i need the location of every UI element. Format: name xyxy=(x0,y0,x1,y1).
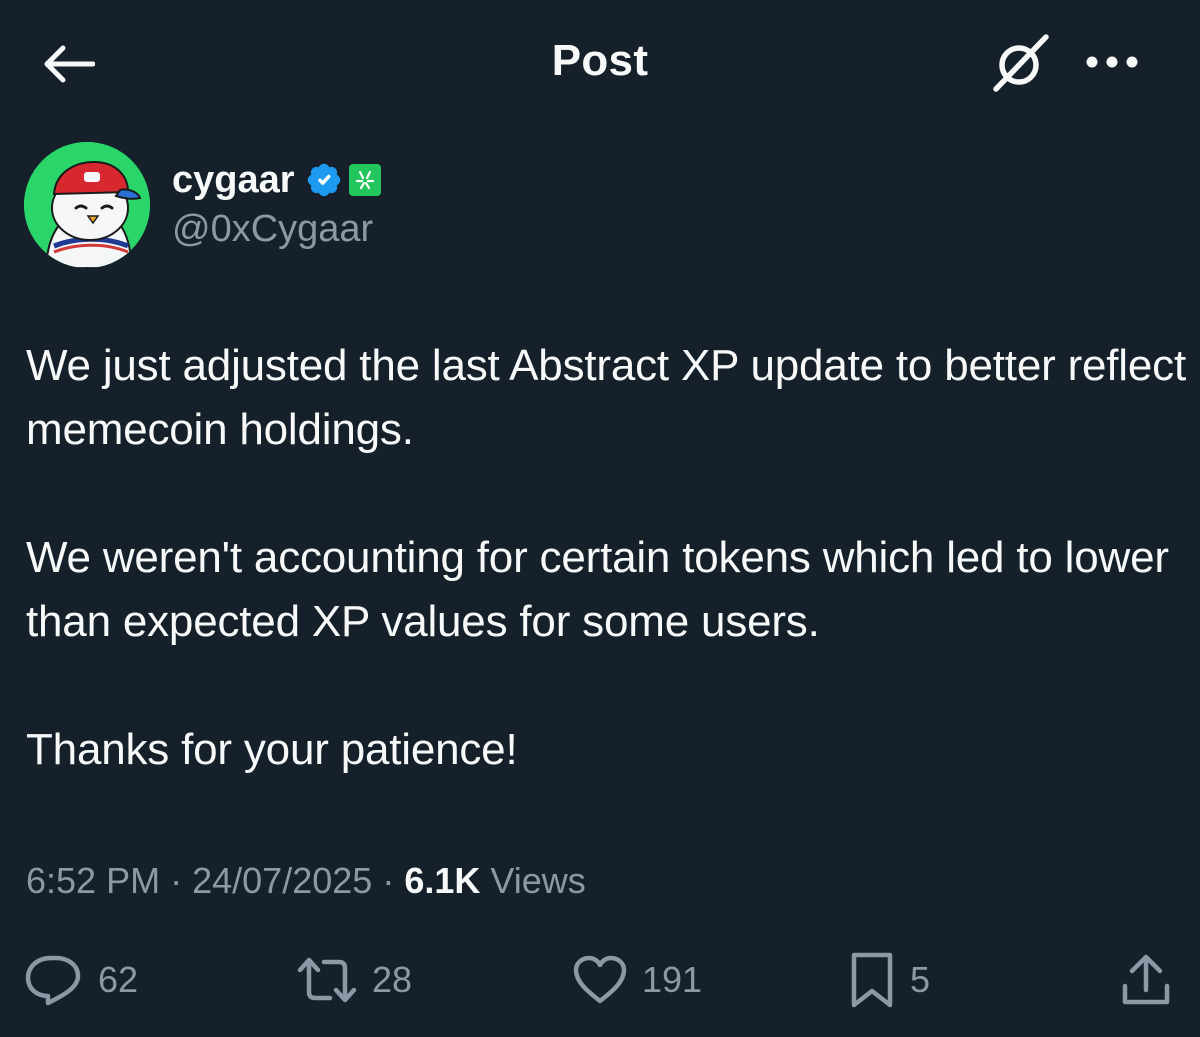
share-icon xyxy=(1122,954,1170,1005)
post-paragraph: We just adjusted the last Abstract XP up… xyxy=(26,341,1186,454)
abstract-affiliate-badge-icon[interactable] xyxy=(348,164,381,196)
grok-icon xyxy=(993,34,1049,92)
like-button[interactable]: 191 xyxy=(572,944,702,1016)
repost-button[interactable]: 28 xyxy=(296,944,412,1016)
repost-count: 28 xyxy=(372,959,413,1000)
verified-badge-icon[interactable] xyxy=(305,161,343,199)
more-options-button[interactable] xyxy=(1076,34,1148,90)
grok-button[interactable] xyxy=(980,24,1062,100)
author-display-name[interactable]: cygaar xyxy=(172,159,295,202)
views-count[interactable]: 6.1K xyxy=(404,860,480,901)
post-time[interactable]: 6:52 PM xyxy=(26,860,160,901)
penguin-avatar-icon xyxy=(24,142,150,268)
bookmark-icon xyxy=(851,952,893,1008)
views-label[interactable]: Views xyxy=(490,860,585,901)
bookmark-count: 5 xyxy=(910,959,931,1000)
post-author: cygaar @0xCygaar xyxy=(24,142,724,272)
action-bar: 62 28 191 5 xyxy=(0,944,1200,1016)
share-button[interactable] xyxy=(1120,944,1172,1016)
like-count: 191 xyxy=(642,959,703,1000)
meta-separator: · xyxy=(170,860,183,901)
post-date[interactable]: 24/07/2025 xyxy=(192,860,372,901)
post-paragraph: We weren't accounting for certain tokens… xyxy=(26,533,1169,646)
author-handle[interactable]: @0xCygaar xyxy=(172,208,373,251)
bookmark-button[interactable]: 5 xyxy=(848,944,930,1016)
avatar[interactable] xyxy=(24,142,150,268)
reply-icon xyxy=(25,955,81,1006)
post-text: We just adjusted the last Abstract XP up… xyxy=(26,334,1186,846)
post-paragraph: Thanks for your patience! xyxy=(26,725,518,774)
top-bar: Post xyxy=(0,0,1200,124)
reply-button[interactable]: 62 xyxy=(24,944,138,1016)
post-metadata: 6:52 PM · 24/07/2025 · 6.1K Views xyxy=(26,860,586,902)
meta-separator: · xyxy=(382,860,395,901)
more-horizontal-icon xyxy=(1086,56,1138,68)
heart-icon xyxy=(573,955,627,1004)
author-name-row: cygaar xyxy=(172,156,381,204)
reply-count: 62 xyxy=(98,959,139,1000)
repost-icon xyxy=(297,957,357,1003)
